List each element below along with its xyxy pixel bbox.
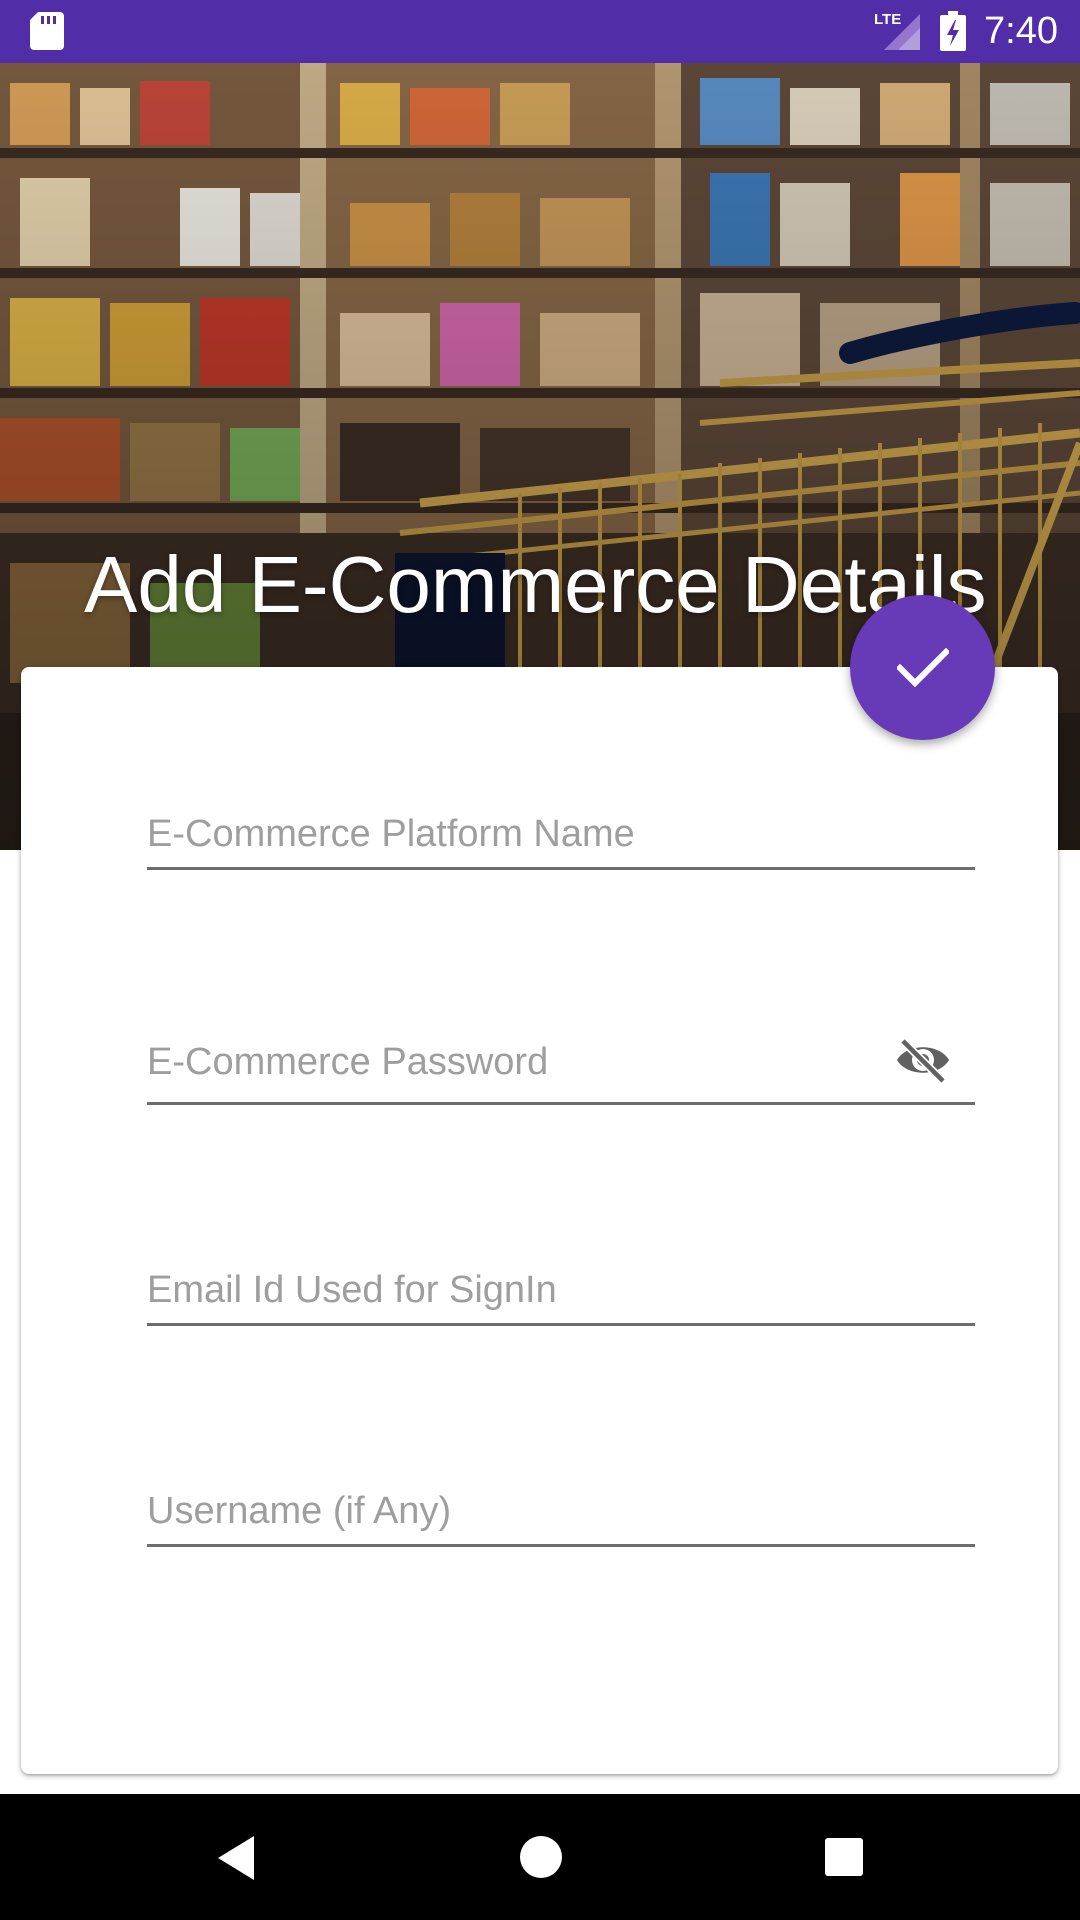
password-field[interactable]: E-Commerce Password [147, 1035, 975, 1107]
lte-signal-icon: LTE [874, 11, 920, 50]
save-fab-button[interactable] [850, 595, 995, 740]
recents-square-icon[interactable] [824, 1837, 864, 1877]
password-underline [147, 1102, 975, 1105]
battery-charging-icon [940, 11, 966, 51]
sd-card-icon [30, 12, 64, 50]
status-bar: LTE 7:40 [0, 0, 1080, 63]
username-label: Username (if Any) [147, 1490, 452, 1532]
platform-name-underline [147, 867, 975, 870]
username-underline [147, 1544, 975, 1547]
lte-label: LTE [874, 11, 901, 28]
form-card: E-Commerce Platform Name E-Commerce Pass… [21, 667, 1058, 1774]
navigation-bar [0, 1794, 1080, 1920]
password-label: E-Commerce Password [147, 1041, 549, 1083]
clock: 7:40 [984, 10, 1058, 52]
email-underline [147, 1323, 975, 1326]
screen: LTE 7:40 Add E-Commerce Details E-Commer… [0, 0, 1080, 1920]
email-field[interactable]: Email Id Used for SignIn [147, 1263, 975, 1328]
platform-name-field[interactable]: E-Commerce Platform Name [147, 807, 975, 872]
home-circle-icon[interactable] [519, 1835, 563, 1879]
platform-name-label: E-Commerce Platform Name [147, 813, 635, 855]
visibility-off-icon[interactable] [893, 1035, 953, 1085]
username-field[interactable]: Username (if Any) [147, 1484, 975, 1549]
email-label: Email Id Used for SignIn [147, 1269, 557, 1311]
check-icon [896, 647, 949, 687]
page-title: Add E-Commerce Details [84, 540, 987, 629]
back-triangle-icon[interactable] [214, 1834, 258, 1882]
